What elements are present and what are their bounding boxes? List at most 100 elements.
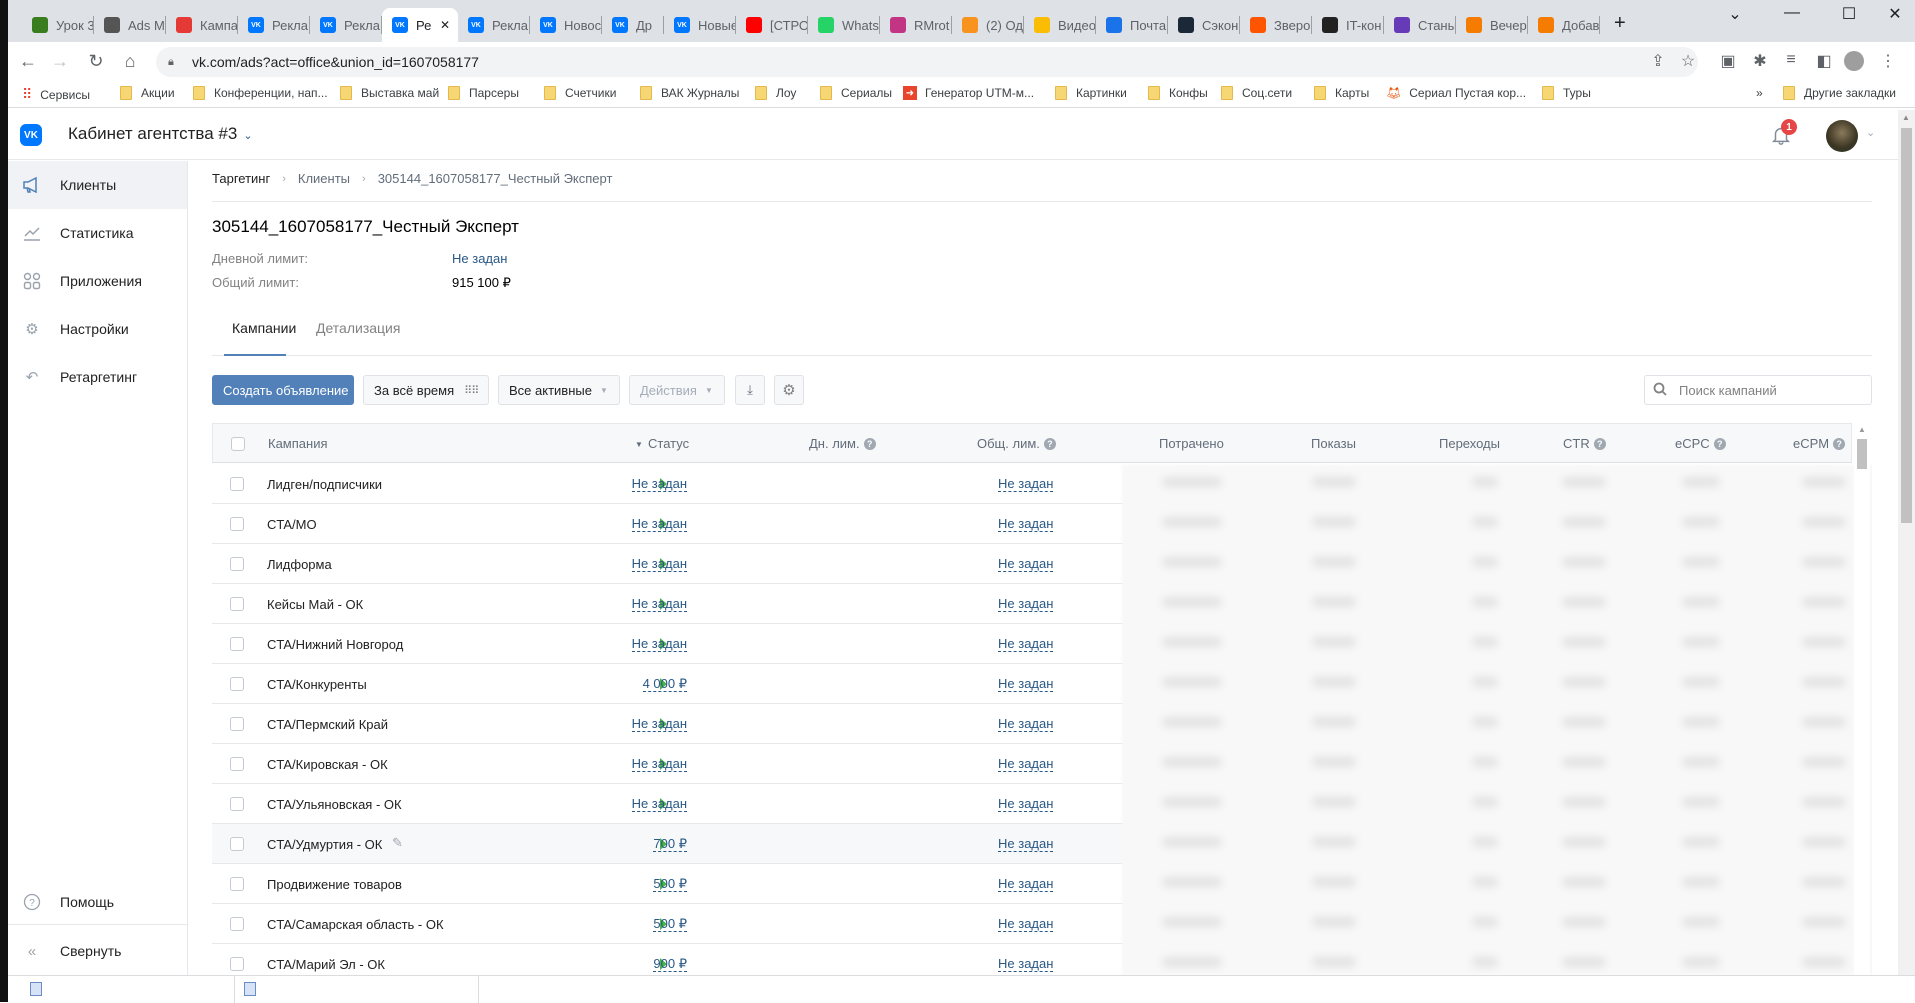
status-filter-dropdown[interactable]: Все активные ▼ xyxy=(498,375,620,405)
column-clicks[interactable]: Переходы xyxy=(1439,436,1500,451)
browser-tab[interactable]: Whats xyxy=(808,12,880,38)
total-limit-link[interactable]: Не задан xyxy=(998,757,1054,772)
table-settings-button[interactable]: ⚙ xyxy=(774,375,804,405)
row-checkbox[interactable] xyxy=(230,677,244,691)
browser-tab[interactable]: Сэкон xyxy=(1168,12,1240,38)
browser-tab[interactable]: VK Рекла xyxy=(238,12,310,38)
total-limit-link[interactable]: Не задан xyxy=(998,877,1054,892)
scroll-up-icon[interactable]: ▲ xyxy=(1902,113,1910,122)
bookmark-item[interactable]: Картинки xyxy=(1055,86,1127,100)
bookmark-item[interactable]: 🦊︎ Сериал Пустая кор... xyxy=(1386,86,1526,100)
edit-pencil-icon[interactable]: ✎ xyxy=(392,835,403,851)
total-limit-link[interactable]: Не задан xyxy=(998,717,1054,732)
browser-tab[interactable]: VK Рекла xyxy=(458,12,530,38)
bookmark-item[interactable]: Сериалы xyxy=(820,86,892,100)
browser-tab[interactable]: IT-кон xyxy=(1312,12,1384,38)
row-checkbox[interactable] xyxy=(230,477,244,491)
sidebar-item-apps[interactable]: Приложения xyxy=(8,257,187,305)
daily-limit-link[interactable]: Не задан xyxy=(631,797,687,812)
sidebar-item-settings[interactable]: ⚙ Настройки xyxy=(8,305,187,353)
bookmark-item[interactable]: Выставка май xyxy=(340,86,439,100)
address-bar[interactable]: 🔒︎ vk.com/ads?act=office&union_id=160705… xyxy=(156,47,1698,77)
download-item[interactable] xyxy=(234,976,266,1003)
extensions-puzzle-icon[interactable]: ✱ xyxy=(1750,51,1770,71)
bookmark-item[interactable]: ⠿ Сервисы xyxy=(22,86,90,103)
download-button[interactable]: ⤓ xyxy=(735,375,765,405)
campaign-name[interactable]: Лидформа xyxy=(267,557,332,572)
total-limit-link[interactable]: Не задан xyxy=(998,917,1054,932)
breadcrumb-targeting[interactable]: Таргетинг xyxy=(212,171,270,186)
row-checkbox[interactable] xyxy=(230,757,244,771)
sidebar-item-clients[interactable]: Клиенты xyxy=(8,161,187,209)
bookmark-item[interactable]: Карты xyxy=(1314,86,1369,100)
scroll-up-icon[interactable]: ▲ xyxy=(1858,425,1866,434)
column-status[interactable]: Статус xyxy=(648,436,689,451)
bookmark-item[interactable]: Туры xyxy=(1542,86,1591,100)
url-text[interactable]: vk.com/ads?act=office&union_id=160705817… xyxy=(192,54,479,70)
browser-tab[interactable]: RMrot xyxy=(880,12,952,38)
daily-limit-link[interactable]: Не задан xyxy=(631,757,687,772)
campaign-search[interactable] xyxy=(1644,375,1872,405)
extension-profile-icon[interactable]: ▣ xyxy=(1718,51,1738,71)
sidebar-collapse[interactable]: « Свернуть xyxy=(8,927,187,975)
column-ctr[interactable]: CTR? xyxy=(1563,436,1606,451)
browser-tab[interactable]: Урок 3 xyxy=(22,12,94,38)
total-limit-link[interactable]: Не задан xyxy=(998,837,1054,852)
row-checkbox[interactable] xyxy=(230,717,244,731)
browser-tab[interactable]: Вечер xyxy=(1456,12,1528,38)
sidebar-help[interactable]: ? Помощь xyxy=(8,878,187,926)
row-checkbox[interactable] xyxy=(230,957,244,971)
tab-details[interactable]: Детализация xyxy=(316,320,400,336)
campaign-name[interactable]: Продвижение товаров xyxy=(267,877,402,892)
bookmarks-overflow-icon[interactable]: » xyxy=(1756,86,1763,100)
campaign-name[interactable]: CTA/МО xyxy=(267,517,317,532)
campaign-name[interactable]: CTA/Самарская область - ОК xyxy=(267,917,444,932)
bookmark-item[interactable]: Соц.сети xyxy=(1221,86,1292,100)
browser-tab[interactable]: VK Ре ✕ xyxy=(382,8,458,42)
table-scrollbar[interactable]: ▲ xyxy=(1854,423,1870,975)
campaign-name[interactable]: CTA/Удмуртия - ОК xyxy=(267,837,382,852)
campaign-name[interactable]: CTA/Марий Эл - ОК xyxy=(267,957,385,972)
column-ecpc[interactable]: eCPC? xyxy=(1675,436,1726,451)
tab-campaigns[interactable]: Кампании xyxy=(232,320,296,336)
daily-limit-link[interactable]: Не задан xyxy=(631,637,687,652)
browser-tab[interactable]: (2) Од xyxy=(952,12,1024,38)
search-input[interactable] xyxy=(1679,382,1859,398)
bookmark-item[interactable]: ВАК Журналы xyxy=(640,86,739,100)
maximize-icon[interactable]: ☐ xyxy=(1826,4,1872,24)
total-limit-link[interactable]: Не задан xyxy=(998,597,1054,612)
bookmark-item[interactable]: Лоу xyxy=(755,86,796,100)
create-ad-button[interactable]: Создать объявление xyxy=(212,375,354,405)
other-bookmarks[interactable]: Другие закладки xyxy=(1783,86,1896,100)
total-limit-link[interactable]: Не задан xyxy=(998,477,1054,492)
campaign-name[interactable]: CTA/Конкуренты xyxy=(267,677,367,692)
column-ecpm[interactable]: eCPM? xyxy=(1793,436,1846,451)
campaign-name[interactable]: Кейсы Май - ОК xyxy=(267,597,363,612)
sidebar-item-statistics[interactable]: Статистика xyxy=(8,209,187,257)
help-icon[interactable]: ? xyxy=(1833,438,1846,450)
row-checkbox[interactable] xyxy=(230,877,244,891)
back-icon[interactable]: ← xyxy=(16,51,40,72)
reload-icon[interactable]: ↻ xyxy=(84,51,108,72)
browser-tab[interactable]: Добав xyxy=(1528,12,1600,38)
browser-tab[interactable]: Видео xyxy=(1024,12,1096,38)
help-icon[interactable]: ? xyxy=(1043,438,1056,450)
total-limit-link[interactable]: Не задан xyxy=(998,637,1054,652)
new-tab-button[interactable]: + xyxy=(1614,12,1626,35)
browser-tab[interactable]: Станы xyxy=(1384,12,1456,38)
select-all-checkbox[interactable] xyxy=(231,437,245,451)
total-limit-link[interactable]: Не задан xyxy=(998,557,1054,572)
user-avatar[interactable] xyxy=(1826,120,1858,152)
column-impressions[interactable]: Показы xyxy=(1311,436,1356,451)
daily-limit-link[interactable]: Не задан xyxy=(631,557,687,572)
campaign-name[interactable]: CTA/Ульяновская - ОК xyxy=(267,797,402,812)
row-checkbox[interactable] xyxy=(230,797,244,811)
total-limit-value[interactable]: 915 100 ₽ xyxy=(452,275,511,291)
row-checkbox[interactable] xyxy=(230,597,244,611)
row-checkbox[interactable] xyxy=(230,557,244,571)
share-icon[interactable]: ⇪ xyxy=(1648,51,1668,71)
scrollbar-thumb[interactable] xyxy=(1901,128,1912,523)
campaign-name[interactable]: CTA/Пермский Край xyxy=(267,717,388,732)
total-limit-link[interactable]: Не задан xyxy=(998,957,1054,972)
daily-limit-link[interactable]: 500 ₽ xyxy=(653,917,687,932)
